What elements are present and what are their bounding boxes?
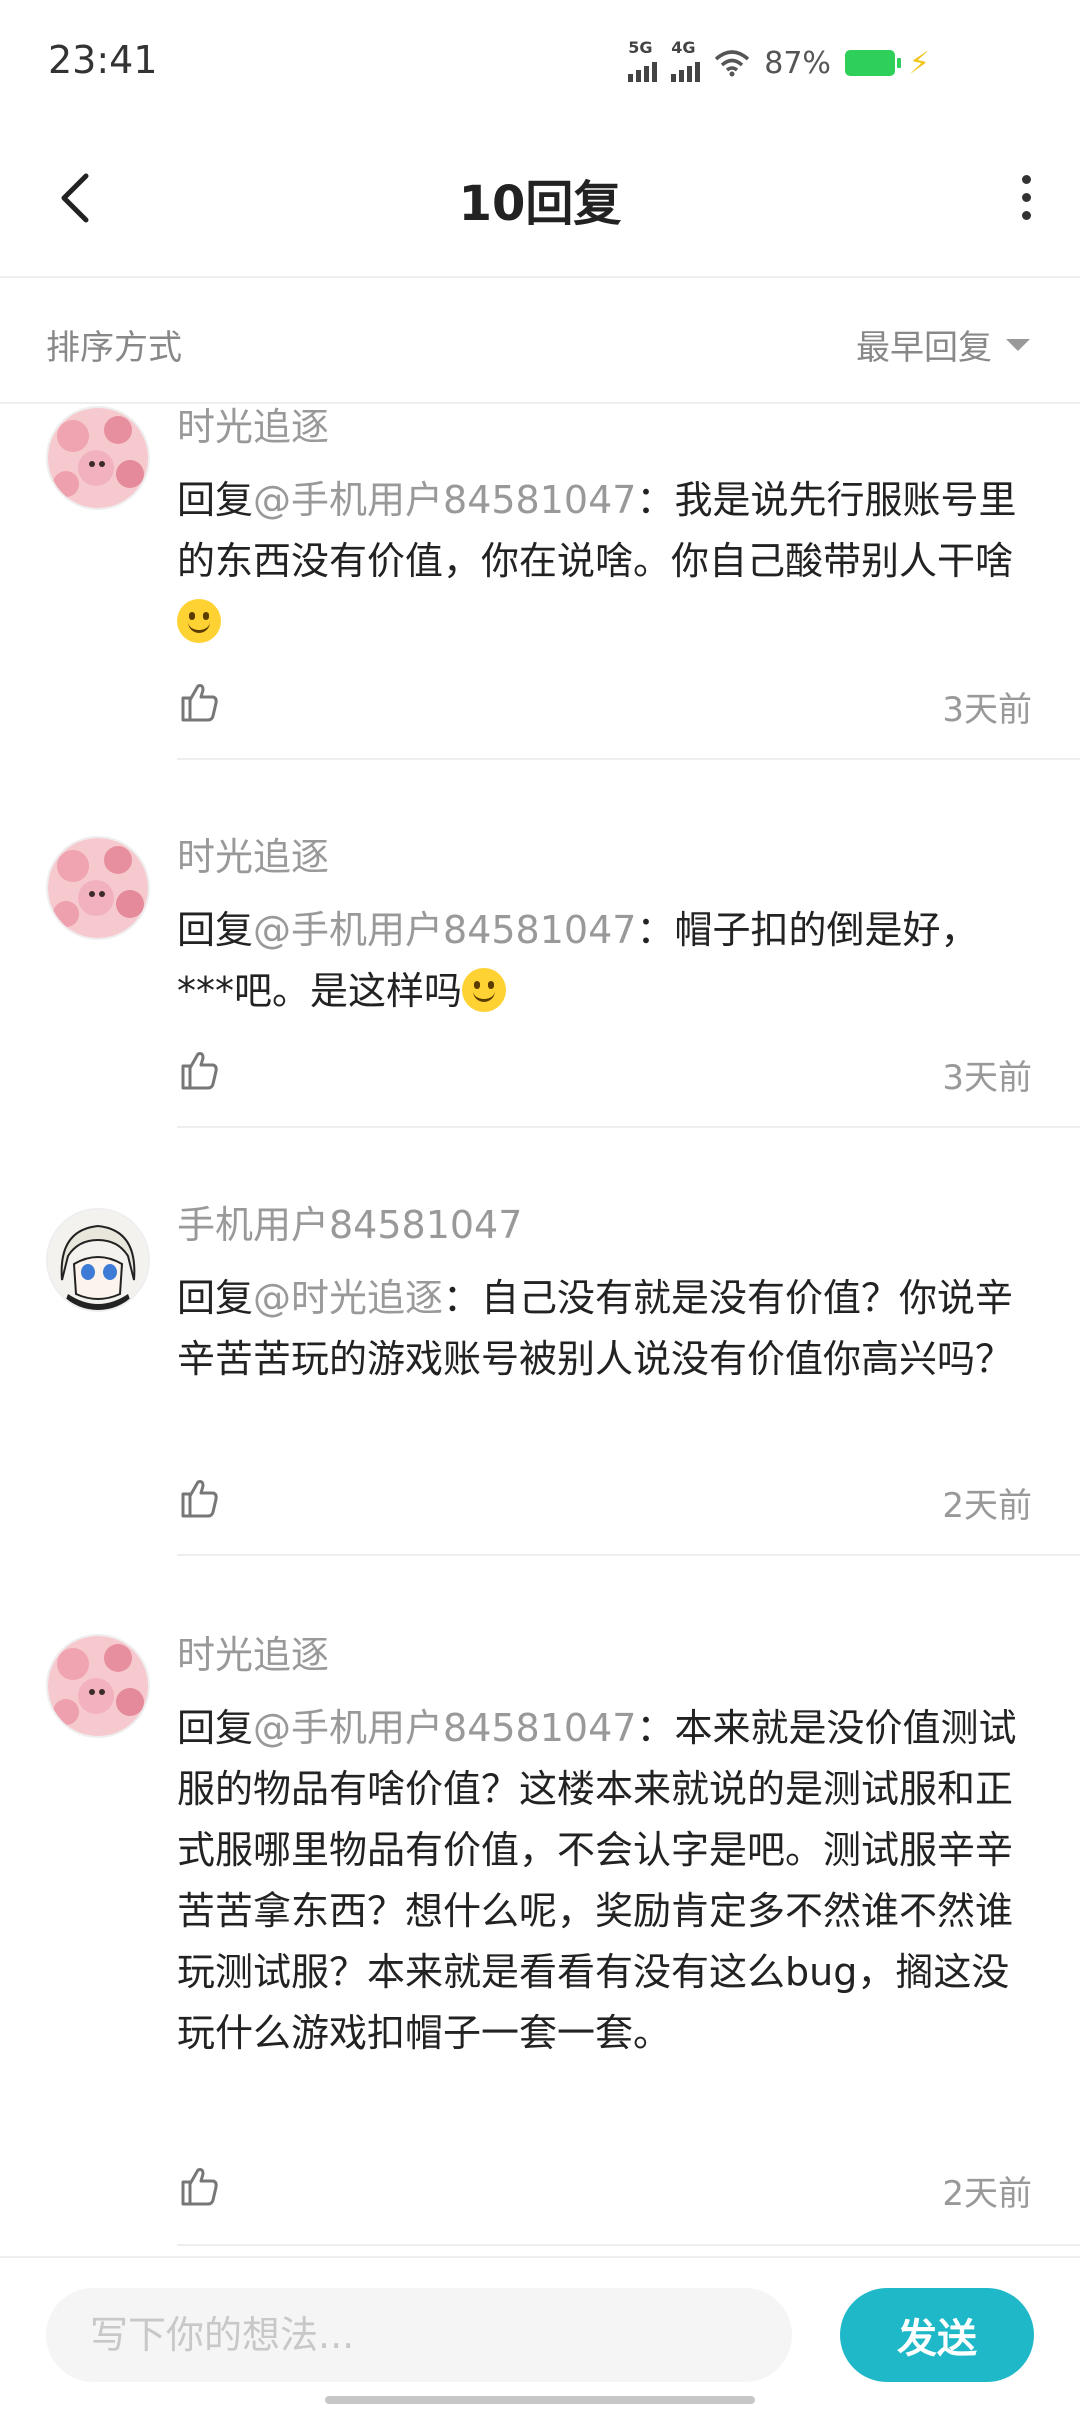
avatar[interactable] — [46, 1634, 150, 1738]
reply-composer: 发送 — [0, 2256, 1080, 2410]
battery-percent: 87% — [764, 45, 831, 81]
avatar[interactable] — [46, 406, 150, 510]
comment-username[interactable]: 手机用户84581047 — [177, 1194, 522, 1249]
page-title: 10回复 — [458, 176, 622, 232]
slightly-smiling-face-icon — [177, 599, 221, 643]
comment-text: 回复@手机用户84581047：本来就是没价值测试服的物品有啥价值？这楼本来就说… — [177, 1706, 1017, 2055]
comment-time: 3天前 — [942, 1058, 1032, 1098]
divider — [177, 1126, 1080, 1128]
sort-label: 排序方式 — [46, 328, 182, 368]
sort-bar: 排序方式 最早回复 — [0, 276, 1080, 404]
divider — [177, 1554, 1080, 1556]
comment-text: 回复@手机用户84581047：我是说先行服账号里的东西没有价值，你在说啥。你自… — [177, 470, 1027, 653]
thumbs-up-icon[interactable] — [175, 1046, 223, 1094]
status-time: 23:41 — [48, 38, 158, 82]
thumbs-up-icon[interactable] — [175, 678, 223, 726]
divider — [177, 2244, 1080, 2246]
comment-username[interactable]: 时光追逐 — [177, 826, 329, 881]
thumbs-up-icon[interactable] — [175, 1474, 223, 1522]
comment-time: 2天前 — [942, 1486, 1032, 1526]
divider — [177, 758, 1080, 760]
reply-input[interactable] — [46, 2288, 792, 2382]
status-icons: 5G 4G 87% ⚡ — [628, 38, 930, 82]
home-indicator[interactable] — [325, 2396, 755, 2404]
battery-icon — [844, 50, 901, 76]
reply-list[interactable]: 时光追逐 回复@手机用户84581047：我是说先行服账号里的东西没有价值，你在… — [0, 404, 1080, 2256]
sort-dropdown[interactable]: 最早回复 — [856, 320, 1030, 369]
comment-text: 回复@时光追逐：自己没有就是没有价值？你说辛辛苦苦玩的游戏账号被别人说没有价值你… — [177, 1276, 1014, 1381]
signal-5g-icon: 5G — [628, 38, 658, 82]
more-options-icon[interactable] — [996, 162, 1056, 232]
wifi-icon — [715, 50, 750, 77]
comment-text: 回复@手机用户84581047：帽子扣的倒是好，***吧。是这样吗 — [177, 908, 979, 1013]
app-header: 10回复 — [0, 120, 1080, 278]
avatar[interactable] — [46, 836, 150, 940]
comment-username[interactable]: 时光追逐 — [177, 1624, 329, 1679]
mention-link[interactable]: @手机用户84581047 — [253, 1706, 636, 1750]
comment-time: 2天前 — [942, 2174, 1032, 2214]
comment-time: 3天前 — [942, 690, 1032, 730]
status-bar: 23:41 5G 4G 87% ⚡ — [0, 0, 1080, 120]
slightly-smiling-face-icon — [462, 968, 507, 1012]
mention-link[interactable]: @手机用户84581047 — [253, 908, 636, 952]
charging-icon: ⚡ — [908, 45, 930, 81]
sort-value: 最早回复 — [856, 328, 992, 368]
comment-username[interactable]: 时光追逐 — [177, 404, 329, 451]
chevron-down-icon — [1006, 338, 1030, 351]
mention-link[interactable]: @手机用户84581047 — [253, 478, 636, 522]
avatar[interactable] — [46, 1208, 150, 1312]
send-button[interactable]: 发送 — [840, 2288, 1034, 2382]
signal-4g-icon: 4G — [671, 38, 701, 82]
mention-link[interactable]: @时光追逐 — [253, 1276, 443, 1320]
thumbs-up-icon[interactable] — [175, 2162, 223, 2210]
